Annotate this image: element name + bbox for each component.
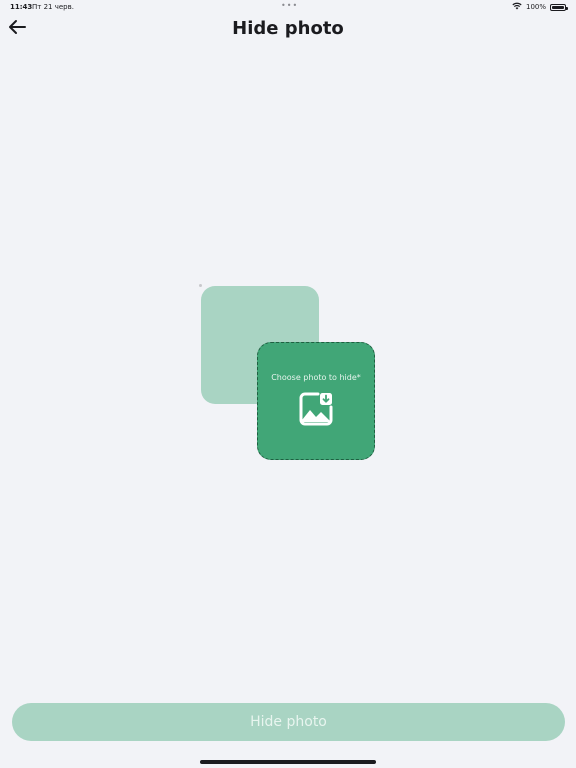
battery-icon — [550, 3, 568, 11]
status-date: Пт 21 черв. — [32, 3, 74, 11]
home-indicator — [200, 760, 376, 764]
choose-photo-button[interactable]: Choose photo to hide* — [257, 342, 375, 460]
hide-photo-button[interactable]: Hide photo — [12, 703, 565, 741]
page-title: Hide photo — [232, 18, 344, 39]
decorative-dot — [199, 284, 202, 287]
choose-photo-label: Choose photo to hide* — [271, 373, 361, 382]
status-right: 100% — [512, 2, 568, 12]
multitasking-dots[interactable]: ••• — [281, 1, 298, 10]
wifi-icon — [512, 2, 522, 12]
status-bar: 11:43 Пт 21 черв. ••• 100% — [0, 0, 576, 14]
battery-percent: 100% — [525, 3, 546, 11]
image-download-icon — [298, 391, 334, 427]
status-time: 11:43 — [10, 3, 33, 11]
